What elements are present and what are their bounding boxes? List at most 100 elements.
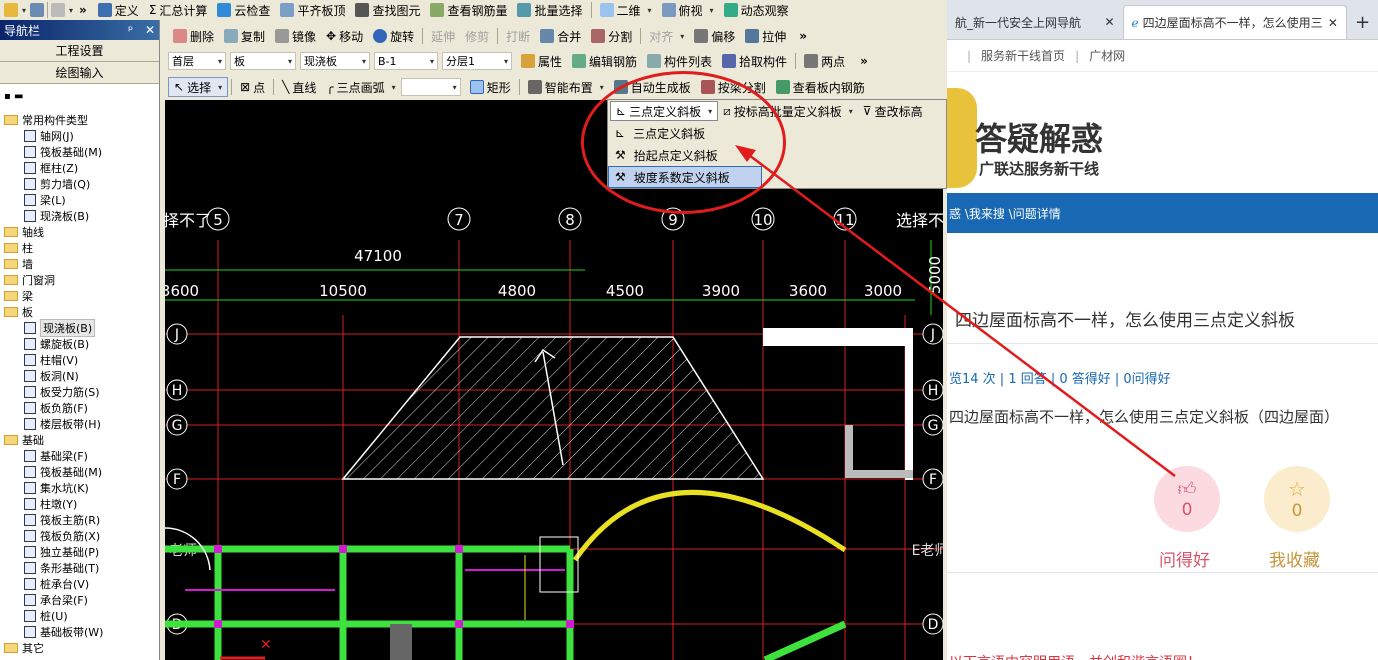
tree-item[interactable]: 板洞(N) — [0, 368, 159, 384]
find-element-button[interactable]: 查找图元 — [350, 0, 425, 20]
change-elev-button[interactable]: ⊽ 查改标高 — [858, 101, 928, 121]
pick-component-button[interactable]: 拾取构件 — [717, 51, 792, 71]
properties-button[interactable]: 属性 — [516, 51, 567, 71]
component-list-button[interactable]: 构件列表 — [642, 51, 717, 71]
drawing-input-button[interactable]: 绘图输入 — [0, 62, 159, 84]
mirror-button[interactable]: 镜像 — [270, 26, 321, 46]
menu-item-lift-point[interactable]: ⚒ 抬起点定义斜板 — [608, 144, 762, 166]
arc3-button[interactable]: ╭ 三点画弧 ▾ — [321, 77, 400, 97]
tree-folder[interactable]: 门窗洞 — [0, 272, 159, 288]
project-settings-button[interactable]: 工程设置 — [0, 40, 159, 62]
pin-icon[interactable]: ᵖ — [128, 23, 133, 37]
view-rebar-button[interactable]: 查看钢筋量 — [425, 0, 512, 20]
batch-by-elev-dropdown[interactable]: ⧄ 按标高批量定义斜板 ▾ — [718, 101, 858, 121]
close-icon[interactable]: ✕ — [145, 23, 155, 37]
edit-rebar-button[interactable]: 编辑钢筋 — [567, 51, 642, 71]
arc-beam[interactable] — [572, 489, 847, 562]
tree-item[interactable]: 基础梁(F) — [0, 448, 159, 464]
split-by-beam-button[interactable]: 按梁分割 — [696, 77, 771, 97]
tree-folder[interactable]: 梁 — [0, 288, 159, 304]
tree-item[interactable]: 筏板主筋(R) — [0, 512, 159, 528]
undo-icon[interactable] — [51, 3, 66, 17]
tree-item[interactable]: 筏板基础(M) — [0, 464, 159, 480]
tree-item[interactable]: 桩(U) — [0, 608, 159, 624]
tree-item[interactable]: 梁(L) — [0, 192, 159, 208]
tree-item[interactable]: 框柱(Z) — [0, 160, 159, 176]
align-dropdown[interactable]: 对齐 ▾ — [644, 26, 689, 46]
tree-item[interactable]: 板负筋(F) — [0, 400, 159, 416]
tree-item[interactable]: 筏板负筋(X) — [0, 528, 159, 544]
sum-calc-button[interactable]: Σ 汇总计算 — [144, 0, 213, 20]
floor-select[interactable]: 首层 ▾ — [168, 52, 226, 70]
tree-folder[interactable]: 板 — [0, 304, 159, 320]
tree-item[interactable]: 桩承台(V) — [0, 576, 159, 592]
break-button[interactable]: 打断 — [501, 26, 535, 46]
tree-item[interactable]: 基础板带(W) — [0, 624, 159, 640]
component-name-select[interactable]: B-1 ▾ — [374, 52, 438, 70]
merge-button[interactable]: 合并 — [535, 26, 586, 46]
browser-tab-question[interactable]: ℯ 四边屋面标高不一样，怎么使用三 ✕ — [1122, 5, 1347, 39]
select-button[interactable]: ↖ 选择 ▾ — [168, 77, 229, 97]
tree-collapse-icon[interactable]: ▪ ▬ — [4, 91, 23, 102]
delete-button[interactable]: 删除 — [168, 26, 219, 46]
cloud-check-button[interactable]: 云检查 — [212, 0, 275, 20]
trim-button[interactable]: 修剪 — [460, 26, 494, 46]
tree-item[interactable]: 独立基础(P) — [0, 544, 159, 560]
new-tab-button[interactable]: + — [1347, 5, 1378, 39]
copy-button[interactable]: 复制 — [219, 26, 270, 46]
rect-button[interactable]: 矩形 — [465, 77, 516, 97]
type-select[interactable]: 板 ▾ — [230, 52, 296, 70]
tree-item[interactable]: 条形基础(T) — [0, 560, 159, 576]
wall-block[interactable] — [763, 328, 913, 346]
tree-item[interactable]: 现浇板(B) — [0, 208, 159, 224]
tree-item[interactable]: 板受力筋(S) — [0, 384, 159, 400]
tree-item[interactable]: 剪力墙(Q) — [0, 176, 159, 192]
two-points-button[interactable]: 两点 — [799, 51, 850, 71]
favorite-button[interactable]: ☆ 0 — [1264, 466, 1330, 532]
tab-close-icon[interactable]: ✕ — [1328, 16, 1338, 30]
define-button[interactable]: 定义 — [93, 0, 144, 20]
tree-folder[interactable]: 柱 — [0, 240, 159, 256]
split-button[interactable]: 分割 — [586, 26, 637, 46]
flush-slab-top-button[interactable]: 平齐板顶 — [275, 0, 350, 20]
top-view-dropdown[interactable]: 俯视 ▾ — [657, 0, 719, 20]
menu-item-three-point[interactable]: ⊾ 三点定义斜板 — [608, 122, 762, 144]
smart-layout-dropdown[interactable]: 智能布置 ▾ — [523, 77, 609, 97]
view-slab-rebar-button[interactable]: 查看板内钢筋 — [771, 77, 870, 97]
like-button[interactable]: 👍︎ 0 — [1154, 466, 1220, 532]
line-button[interactable]: ╲ 直线 — [277, 77, 321, 97]
tree-item[interactable]: 承台梁(F) — [0, 592, 159, 608]
tree-item[interactable]: 楼层板带(H) — [0, 416, 159, 432]
auto-gen-slab-button[interactable]: 自动生成板 — [609, 77, 696, 97]
tree-folder[interactable]: 基础 — [0, 432, 159, 448]
tab-close-icon[interactable]: ✕ — [1104, 15, 1114, 29]
three-point-slope-dropdown[interactable]: ⊾ 三点定义斜板 ▾ — [610, 101, 719, 121]
tree-folder[interactable]: 轴线 — [0, 224, 159, 240]
subtype-select[interactable]: 现浇板 ▾ — [300, 52, 370, 70]
move-button[interactable]: ✥ 移动 — [321, 26, 368, 46]
tree-item[interactable]: 集水坑(K) — [0, 480, 159, 496]
offset-button[interactable]: 偏移 — [689, 26, 740, 46]
tree-item[interactable]: 现浇板(B) — [0, 319, 159, 337]
view-2d-dropdown[interactable]: 二维 ▾ — [595, 0, 657, 20]
layer-select[interactable]: 分层1 ▾ — [442, 52, 512, 70]
tree-item[interactable]: 柱帽(V) — [0, 352, 159, 368]
arc-option-select[interactable]: ▾ — [400, 78, 461, 96]
point-button[interactable]: ⊠ 点 — [235, 77, 270, 97]
tree-item[interactable]: 柱墩(Y) — [0, 496, 159, 512]
batch-select-button[interactable]: 批量选择 — [512, 0, 587, 20]
tree-item[interactable]: 螺旋板(B) — [0, 336, 159, 352]
extend-button[interactable]: 延伸 — [426, 26, 460, 46]
fav-link-material[interactable]: 广材网 — [1089, 47, 1125, 64]
menu-item-slope-factor[interactable]: ⚒ 坡度系数定义斜板 — [608, 166, 762, 188]
browser-tab-nav[interactable]: 航_新一代安全上网导航 ✕ — [947, 5, 1123, 39]
tree-folder[interactable]: 其它 — [0, 640, 159, 656]
dynamic-view-button[interactable]: 动态观察 — [719, 0, 794, 20]
tree-item[interactable]: 轴网(J) — [0, 128, 159, 144]
fav-link-home[interactable]: 服务新干线首页 — [981, 47, 1065, 64]
stretch-button[interactable]: 拉伸 — [740, 26, 791, 46]
save-icon[interactable] — [30, 3, 45, 17]
open-folder-icon[interactable] — [4, 3, 18, 17]
tree-folder[interactable]: 墙 — [0, 256, 159, 272]
tree-folder[interactable]: 常用构件类型 — [0, 112, 159, 128]
